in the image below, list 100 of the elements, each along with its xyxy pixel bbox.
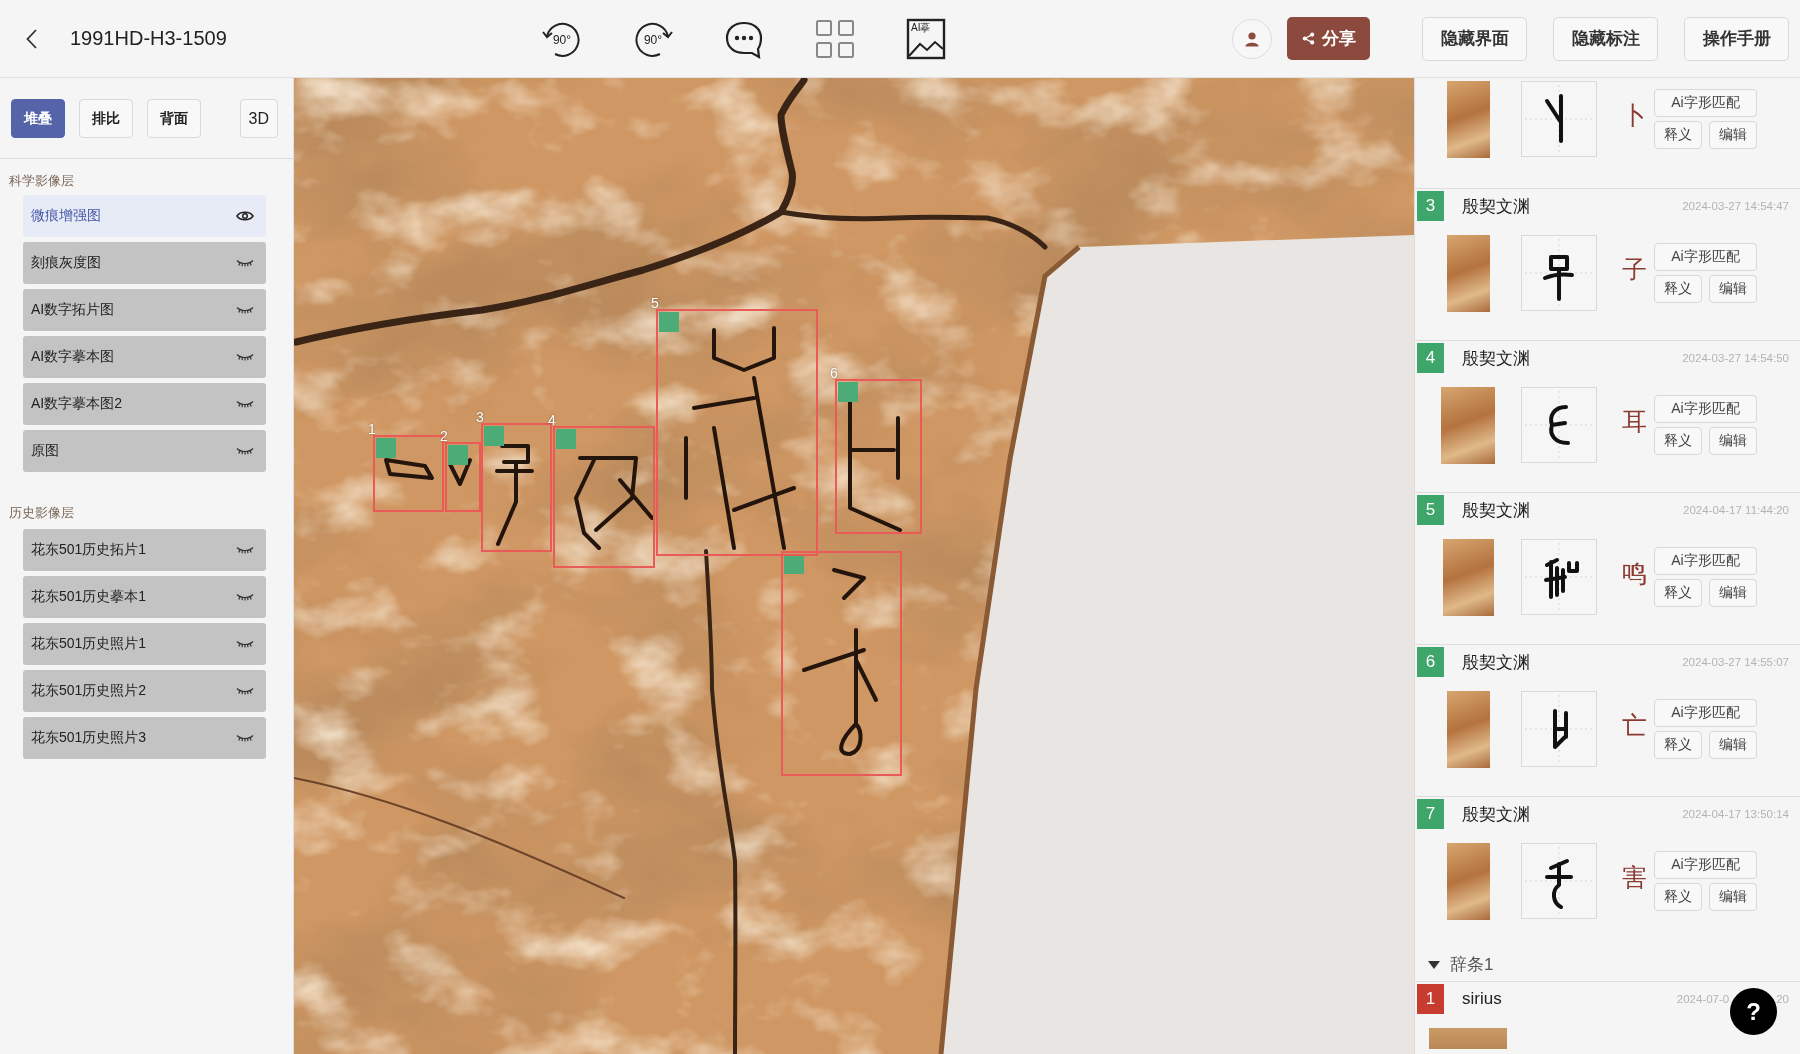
character-label: 耳	[1621, 405, 1647, 437]
edit-button[interactable]: 编辑	[1709, 275, 1757, 303]
ai-match-button[interactable]: Ai字形匹配	[1654, 395, 1757, 423]
author-name: sirius	[1462, 989, 1502, 1009]
layer-item[interactable]: 微痕增强图	[23, 195, 266, 237]
timestamp: 2024-04-17 13:50:14	[1682, 808, 1789, 820]
ai-image-button[interactable]: AI摹	[905, 17, 947, 60]
eye-closed-icon	[236, 593, 254, 601]
layer-item[interactable]: 花东501历史照片1	[23, 623, 266, 665]
meaning-button[interactable]: 释义	[1654, 121, 1702, 149]
number-badge: 1	[1417, 984, 1444, 1014]
number-badge: 5	[1417, 495, 1444, 525]
person-icon	[1244, 30, 1260, 47]
marker-icon	[376, 438, 396, 458]
character-label: 子	[1621, 253, 1647, 285]
oracle-glyph-icon	[1521, 81, 1597, 157]
oracle-glyph-icon	[1521, 387, 1597, 463]
eye-closed-icon	[236, 640, 254, 648]
number-badge: 4	[1417, 343, 1444, 373]
source-label: 殷契文渊	[1462, 347, 1530, 370]
layer-item[interactable]: 花东501历史摹本1	[23, 576, 266, 618]
oracle-glyph-icon	[1521, 539, 1597, 615]
view-mode-tab[interactable]: 背面	[147, 99, 201, 138]
chevron-left-icon	[26, 28, 37, 49]
number-badge: 6	[1417, 647, 1444, 677]
layer-item[interactable]: 刻痕灰度图	[23, 242, 266, 284]
eye-closed-icon	[236, 546, 254, 554]
eye-closed-icon	[236, 306, 254, 314]
edit-button[interactable]: 编辑	[1709, 427, 1757, 455]
marker-icon	[448, 445, 468, 465]
edit-button[interactable]: 编辑	[1709, 731, 1757, 759]
eye-closed-icon	[236, 687, 254, 695]
meaning-button[interactable]: 释义	[1654, 275, 1702, 303]
meaning-button[interactable]: 释义	[1654, 883, 1702, 911]
layer-item[interactable]: 花东501历史照片3	[23, 717, 266, 759]
timestamp: 20	[1776, 993, 1789, 1005]
character-label: 害	[1621, 861, 1647, 893]
ai-match-button[interactable]: Ai字形匹配	[1654, 89, 1757, 117]
source-label: 殷契文渊	[1462, 195, 1530, 218]
source-label: 殷契文渊	[1462, 803, 1530, 826]
hide-annotations-button[interactable]: 隐藏标注	[1553, 16, 1658, 61]
number-badge: 7	[1417, 799, 1444, 829]
timestamp: 2024-03-27 14:54:47	[1682, 200, 1789, 212]
view-mode-tab[interactable]: 堆叠	[11, 99, 65, 138]
annotation-number: 3	[476, 410, 484, 424]
meaning-button[interactable]: 释义	[1654, 427, 1702, 455]
ai-match-button[interactable]: Ai字形匹配	[1654, 699, 1757, 727]
layer-item[interactable]: AI数字摹本图	[23, 336, 266, 378]
eye-closed-icon	[236, 734, 254, 742]
view-mode-tab[interactable]: 排比	[79, 99, 133, 138]
character-label: 卜	[1621, 99, 1647, 131]
timestamp: 2024-07-0	[1676, 993, 1730, 1005]
eye-icon	[236, 210, 254, 222]
eye-closed-icon	[236, 400, 254, 408]
marker-icon	[484, 426, 504, 446]
annotation-frame[interactable]	[781, 551, 902, 776]
annotation-number: 1	[368, 422, 376, 436]
ai-match-button[interactable]: Ai字形匹配	[1654, 243, 1757, 271]
hide-interface-button[interactable]: 隐藏界面	[1422, 16, 1527, 61]
user-button[interactable]	[1232, 18, 1272, 59]
grid-view-button[interactable]	[814, 17, 856, 60]
timestamp: 2024-03-27 14:55:07	[1682, 656, 1789, 668]
marker-icon	[659, 312, 679, 332]
ai-match-button[interactable]: Ai字形匹配	[1654, 851, 1757, 879]
group-header[interactable]: 辞条1	[1415, 948, 1800, 982]
rotate-left-button[interactable]: 90°	[541, 17, 583, 60]
grid-icon	[814, 17, 856, 60]
marker-icon	[784, 554, 804, 574]
manual-button[interactable]: 操作手册	[1684, 16, 1789, 61]
edit-button[interactable]: 编辑	[1709, 883, 1757, 911]
annotation-number: 2	[440, 429, 448, 443]
section-heading: 科学影像层	[9, 172, 74, 190]
share-icon	[1301, 32, 1315, 45]
oracle-glyph-icon	[1521, 843, 1597, 919]
timestamp: 2024-04-17 11:44:20	[1683, 504, 1789, 516]
layer-item[interactable]: AI数字摹本图2	[23, 383, 266, 425]
rotate-right-button[interactable]: 90°	[632, 17, 674, 60]
number-badge: 3	[1417, 191, 1444, 221]
layer-item[interactable]: 花东501历史照片2	[23, 670, 266, 712]
section-heading: 历史影像层	[9, 504, 74, 522]
layer-item[interactable]: 花东501历史拓片1	[23, 529, 266, 571]
annotation-number: 4	[548, 413, 556, 427]
ai-match-button[interactable]: Ai字形匹配	[1654, 547, 1757, 575]
timestamp: 2024-03-27 14:54:50	[1682, 352, 1789, 364]
oracle-glyph-icon	[1521, 691, 1597, 767]
page-title: 1991HD-H3-1509	[70, 27, 227, 50]
marker-icon	[556, 429, 576, 449]
edit-button[interactable]: 编辑	[1709, 121, 1757, 149]
eye-closed-icon	[236, 447, 254, 455]
layer-item[interactable]: AI数字拓片图	[23, 289, 266, 331]
oracle-glyph-icon	[1521, 235, 1597, 311]
view-mode-tab[interactable]: 3D	[239, 99, 278, 138]
meaning-button[interactable]: 释义	[1654, 579, 1702, 607]
share-button[interactable]: 分享	[1287, 17, 1370, 60]
edit-button[interactable]: 编辑	[1709, 579, 1757, 607]
eye-closed-icon	[236, 259, 254, 267]
annotation-number: 5	[651, 296, 659, 310]
image-frame-icon	[905, 17, 947, 60]
meaning-button[interactable]: 释义	[1654, 731, 1702, 759]
layer-item[interactable]: 原图	[23, 430, 266, 472]
